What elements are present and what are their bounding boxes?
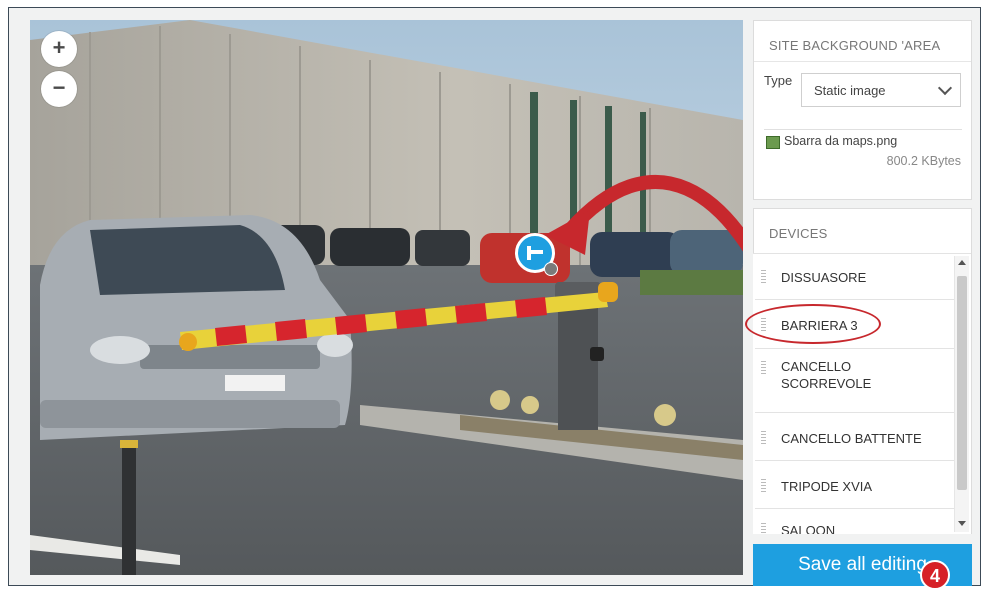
divider (764, 129, 962, 130)
device-list-scrollbar[interactable] (954, 256, 969, 532)
panel-title: DEVICES (769, 226, 828, 241)
marker-handle-icon[interactable] (544, 262, 558, 276)
list-item[interactable]: SALOON (755, 509, 955, 534)
device-list: DISSUASORE BARRIERA 3 CANCELLO SCORREVOL… (753, 253, 971, 534)
chevron-down-icon (937, 80, 953, 96)
zoom-out-button[interactable]: − (41, 71, 77, 107)
type-select[interactable]: Static image (801, 73, 961, 107)
drag-handle-icon[interactable] (761, 479, 766, 493)
scroll-down-icon[interactable] (958, 521, 966, 526)
list-item[interactable]: TRIPODE XVIA (755, 461, 955, 509)
highlight-ellipse (745, 304, 881, 344)
panel-title: SITE BACKGROUND 'AREA (769, 38, 941, 53)
drag-handle-icon[interactable] (761, 361, 766, 375)
zoom-in-button[interactable]: + (41, 31, 77, 67)
file-size: 800.2 KBytes (886, 154, 961, 168)
divider (754, 61, 971, 62)
device-marker[interactable] (515, 233, 558, 276)
site-map-canvas[interactable]: + − (30, 20, 743, 575)
list-item[interactable]: DISSUASORE (755, 254, 955, 300)
scroll-up-icon[interactable] (958, 260, 966, 265)
site-background-panel: SITE BACKGROUND 'AREA Type Sbarra da map… (753, 20, 972, 200)
step-badge: 4 (920, 560, 950, 590)
drag-handle-icon[interactable] (761, 523, 766, 534)
barrier-icon (527, 246, 543, 260)
image-file-icon (766, 136, 780, 149)
file-name[interactable]: Sbarra da maps.png (784, 134, 897, 148)
list-item[interactable]: CANCELLO SCORREVOLE (755, 349, 955, 413)
scrollbar-thumb[interactable] (957, 276, 967, 490)
list-item[interactable]: CANCELLO BATTENTE (755, 413, 955, 461)
type-label: Type (764, 73, 793, 88)
drag-handle-icon[interactable] (761, 270, 766, 284)
type-select-value: Static image (814, 83, 886, 98)
drag-handle-icon[interactable] (761, 431, 766, 445)
map-background-photo (30, 20, 743, 575)
